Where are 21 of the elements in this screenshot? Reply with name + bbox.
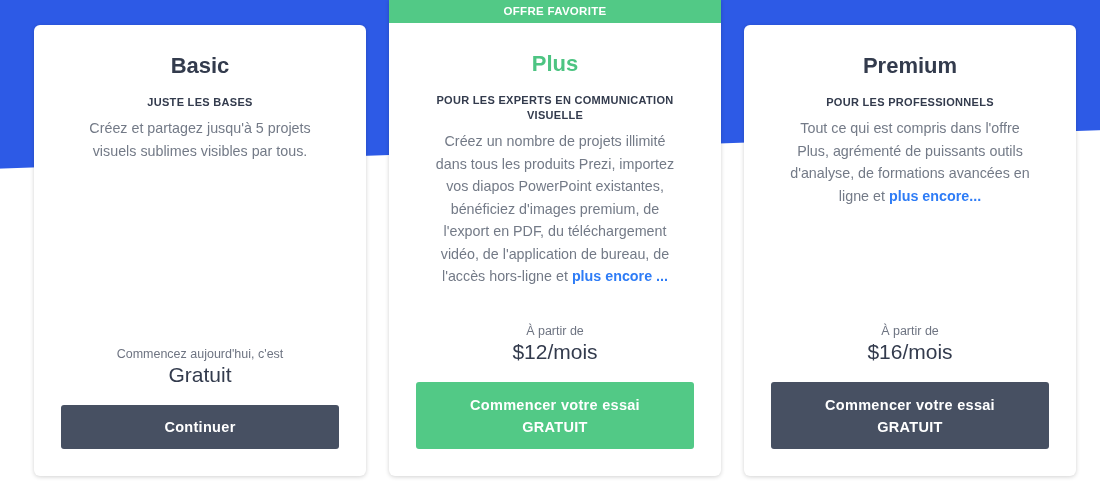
plan-title: Plus [531,50,579,78]
price-text: Gratuit [168,362,232,388]
price-text: $16/mois [867,339,953,365]
plan-description: Tout ce qui est compris dans l'offre Plus, agrémenté de puissants outils d'analyse, de formations avancées en ligne et plus encore... [789,119,1031,206]
plan-subtitle: POUR LES EXPERTS EN COMMUNICATION VISUELLE [435,93,675,123]
plan-subtitle: JUSTE LES BASES [146,95,254,110]
plan-title: Premium [862,52,958,80]
price-prefix: À partir de [881,323,939,339]
plan-button[interactable]: Commencer votre essai GRATUIT [416,382,694,449]
price-prefix: Commencez aujourd'hui, c'est [116,346,284,362]
plan-button[interactable]: Continuer [61,405,339,449]
plan-subtitle: POUR LES PROFESSIONNELS [825,95,995,110]
price-prefix: À partir de [526,323,584,339]
plan-description: Créez un nombre de projets illimité dans tous les produits Prezi, importez vos diapos PowerPoint existantes, bénéficiez d'images premium, de l'export en PDF, du téléchargement vidéo, de l'application de bureau, de l'accès hors-ligne et plus encore ... [434,132,676,286]
more-link[interactable]: plus encore ... [571,268,668,284]
plan-description: Créez et partagez jusqu'à 5 projets visuels sublimes visibles par tous. [88,119,312,161]
more-link[interactable]: plus encore... [888,187,982,204]
plan-title: Basic [170,52,230,80]
plan-button[interactable]: Commencer votre essai GRATUIT [771,382,1049,449]
ribbon-banner: OFFRE FAVORITE [389,0,721,23]
price-text: $12/mois [512,339,598,365]
